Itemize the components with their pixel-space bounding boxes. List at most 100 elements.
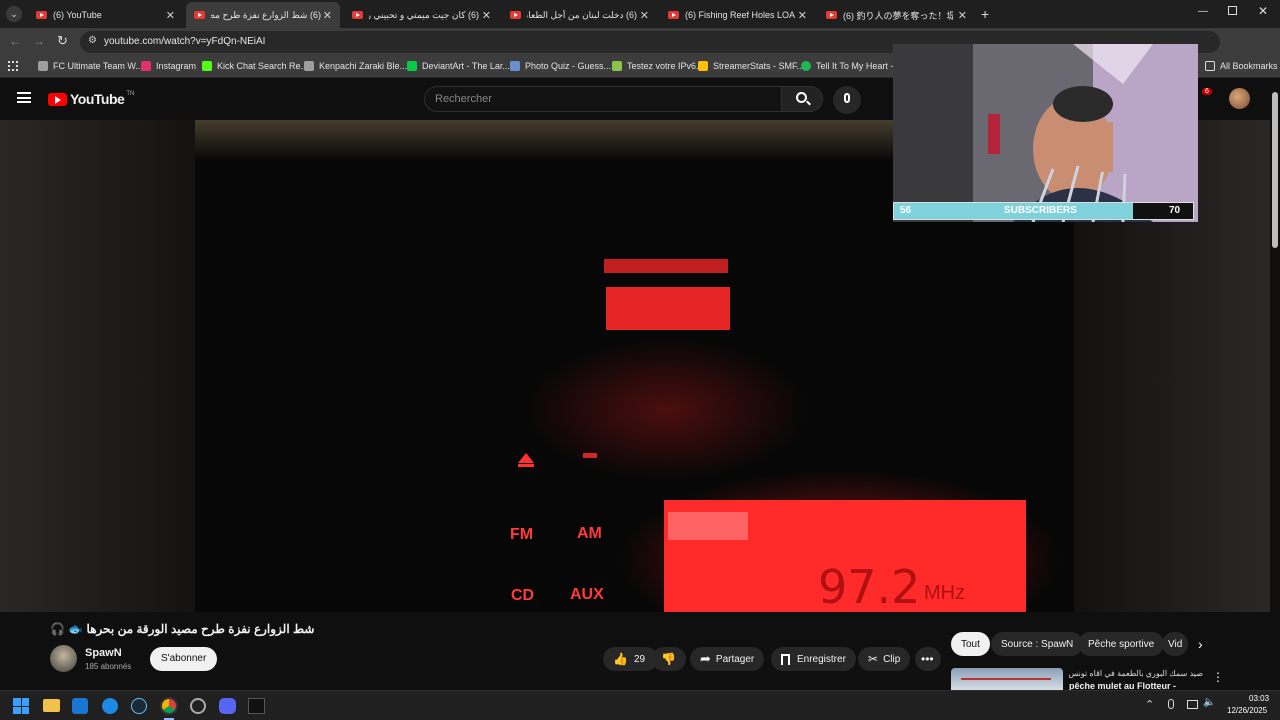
microphone-tray-icon[interactable] [1168,699,1174,709]
bookmark-favicon-icon [612,61,622,71]
maximize-icon[interactable] [1228,6,1237,15]
call-of-duty-icon[interactable] [248,698,265,714]
share-label: Partager [715,653,755,665]
scissors-icon: ✂ [868,652,879,666]
windows-taskbar: ⌃ 🔈 03:03 12/26/2025 [0,690,1280,720]
tab-video-5[interactable]: (6) 釣り人の夢を奪った！堤防から ✕ [818,2,975,28]
tab-title: (6) 釣り人の夢を奪った！堤防から [843,10,953,21]
apps-grid-icon[interactable] [8,61,18,71]
tab-search-button[interactable]: ⌄ [6,6,22,22]
all-bookmarks[interactable]: All Bookmarks [1205,61,1278,71]
bookmark-item[interactable]: Photo Quiz - Guess... [510,61,611,71]
file-explorer-icon[interactable] [43,699,60,712]
bookmark-favicon-icon [510,61,520,71]
reload-icon[interactable]: ↻ [57,33,68,49]
bookmark-favicon-icon [304,61,314,71]
tab-video-3[interactable]: (6) دخلت لبنان من أجل الطعام... ✕ [502,2,657,28]
back-icon[interactable]: ← [9,34,21,48]
scrollbar-thumb[interactable] [1272,92,1278,248]
like-button[interactable]: 👍 29 [603,647,658,671]
forward-icon[interactable]: → [33,34,45,48]
more-actions-button[interactable]: ••• [915,647,941,671]
subscribe-button[interactable]: S'abonner [150,647,218,671]
youtube-favicon-icon [510,11,521,19]
app-icon[interactable] [190,698,206,714]
thumbs-up-icon: 👍 [613,652,628,666]
bookmark-item[interactable]: Kick Chat Search Re... [202,61,308,71]
clip-button[interactable]: ✂ Clip [858,647,911,671]
channel-avatar[interactable] [50,645,77,672]
close-tab-icon[interactable]: ✕ [323,9,332,22]
recommendation-thumbnail[interactable] [951,668,1063,690]
close-tab-icon[interactable]: ✕ [482,9,491,22]
chip-source[interactable]: Source : SpawN [991,632,1084,656]
bookmark-item[interactable]: Kenpachi Zaraki Ble... [304,61,407,71]
close-tab-icon[interactable]: ✕ [958,9,967,22]
chip-all[interactable]: Tout [951,632,990,656]
tab-strip: ⌄ (6) YouTube ✕ (6) شط الزوارع نفزة طرح … [0,0,1280,28]
minimize-icon[interactable]: — [1198,6,1208,17]
tab-title: (6) دخلت لبنان من أجل الطعام... [527,9,637,20]
notifications-button[interactable]: 6 [1196,88,1212,106]
avatar[interactable] [1229,88,1250,109]
close-tab-icon[interactable]: ✕ [640,9,649,22]
search-placeholder: Rechercher [435,93,492,105]
country-code: TN [126,91,135,97]
tab-current-video[interactable]: (6) شط الزوارع نفزة طرح مصيد ✕ [186,2,340,28]
tray-chevron-icon[interactable]: ⌃ [1145,698,1154,711]
windows-start-icon[interactable] [13,698,29,714]
bookmark-item[interactable]: StreamerStats - SMF... [698,61,804,71]
bookmark-item[interactable]: Tell It To My Heart -... [801,61,901,71]
search-input[interactable]: Rechercher [424,86,782,112]
recommendation-title[interactable]: صيد سمك البوري بالطعمة في اقاه تونس خلق [1069,669,1203,678]
chrome-icon[interactable] [160,697,178,715]
bookmark-favicon-icon [698,61,708,71]
discord-icon[interactable] [219,698,236,714]
tab-title: (6) YouTube [53,10,102,20]
bookmark-item[interactable]: Instagram [141,61,196,71]
volume-icon[interactable]: 🔈 [1203,697,1215,708]
youtube-logo[interactable]: YouTube TN [48,91,134,107]
menu-icon[interactable] [17,92,31,103]
share-icon: ➦ [700,651,711,666]
youtube-favicon-icon [36,11,47,19]
tab-title: (6) Fishing Reef Holes LOADED [685,10,795,20]
site-info-icon[interactable]: ⚙ [88,35,97,46]
dislike-button[interactable]: 👎 [652,647,686,671]
recommendation-menu-icon[interactable]: ⋮ [1212,670,1224,684]
chips-next-icon[interactable]: › [1198,636,1203,652]
close-window-icon[interactable]: ✕ [1258,4,1268,18]
bookmark-item[interactable]: FC Ultimate Team W... [38,61,143,71]
share-button[interactable]: ➦ Partager [690,647,765,671]
radio-unit: MHz [924,582,966,604]
save-button[interactable]: Enregistrer [771,647,856,671]
tab-youtube-home[interactable]: (6) YouTube ✕ [28,2,183,28]
search-button[interactable] [781,86,823,112]
network-icon[interactable] [1187,700,1198,709]
close-tab-icon[interactable]: ✕ [798,9,807,22]
steam-icon[interactable] [131,698,147,714]
url-text: youtube.com/watch?v=yFdQn-NEiAI [104,36,266,47]
clock-time[interactable]: 03:03 [1249,694,1269,703]
outlook-icon[interactable] [72,698,88,714]
page-scrollbar[interactable] [1270,78,1280,690]
thumbs-down-icon: 👎 [661,652,676,666]
more-icon: ••• [921,652,934,666]
bookmark-item[interactable]: DeviantArt - The Lar... [407,61,510,71]
bookmark-item[interactable]: Testez votre IPv6. [612,61,699,71]
webcam-overlay [893,44,1198,222]
kick-icon [202,61,212,71]
browser-app-icon[interactable] [102,698,118,714]
tab-video-4[interactable]: (6) Fishing Reef Holes LOADED ✕ [660,2,815,28]
new-tab-icon[interactable]: + [981,6,989,22]
close-tab-icon[interactable]: ✕ [166,9,175,22]
voice-search-button[interactable] [833,86,861,114]
clock-date[interactable]: 12/26/2025 [1227,706,1267,715]
chip-videos[interactable]: Vid [1162,632,1188,656]
tab-video-2[interactable]: (6) كان جيت ميمتي و تحبيني راك ✕ [344,2,499,28]
channel-name[interactable]: SpawN [85,647,122,659]
youtube-wordmark: YouTube [70,91,125,107]
clip-label: Clip [883,653,901,665]
deviantart-icon [407,61,417,71]
chip-sport-fishing[interactable]: Pêche sportive [1078,632,1165,656]
